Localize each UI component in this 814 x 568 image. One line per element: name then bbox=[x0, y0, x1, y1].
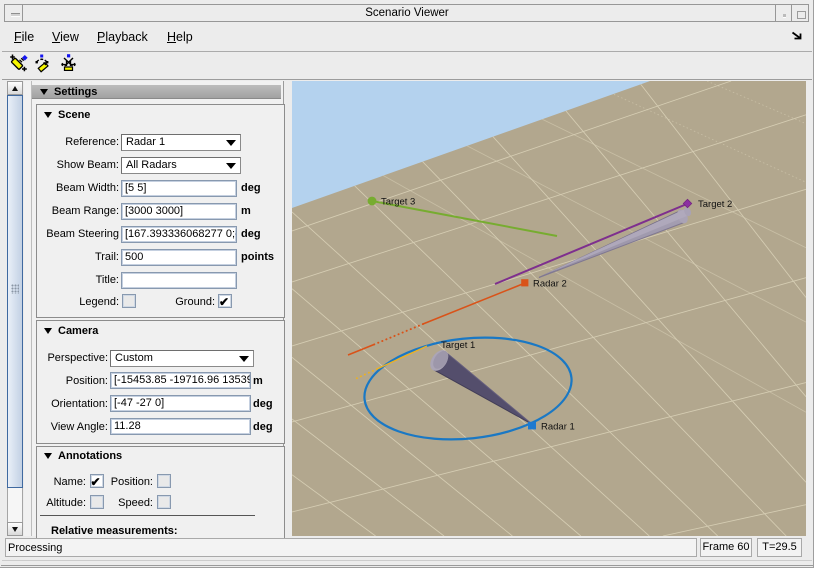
svg-text:Radar 2: Radar 2 bbox=[533, 279, 567, 290]
svg-text:Target 2: Target 2 bbox=[698, 199, 732, 210]
svg-text:Radar 1: Radar 1 bbox=[541, 422, 575, 433]
svg-text:Target 1: Target 1 bbox=[441, 340, 475, 351]
svg-text:Target 3: Target 3 bbox=[381, 197, 415, 208]
